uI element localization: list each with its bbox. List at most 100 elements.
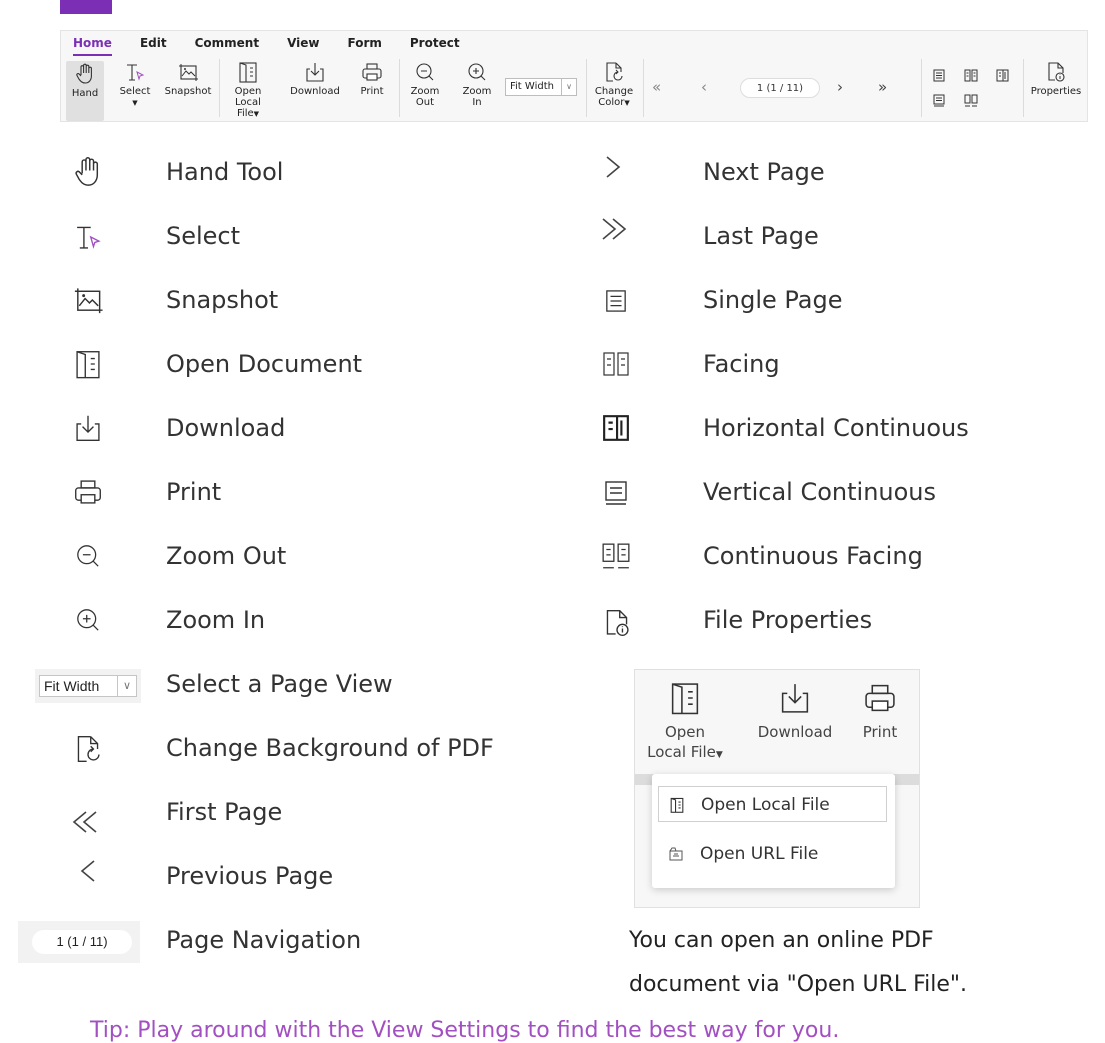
- legend-label-change-background: Change Background of PDF: [166, 734, 494, 762]
- select-icon: [70, 220, 106, 254]
- legend-label-snapshot: Snapshot: [166, 286, 279, 314]
- chevron-down-icon: ∨: [117, 676, 136, 696]
- tab-comment[interactable]: Comment: [195, 35, 259, 53]
- next-page-button[interactable]: ›: [837, 78, 843, 96]
- change-background-icon: [70, 731, 106, 767]
- tab-protect[interactable]: Protect: [410, 35, 460, 53]
- open-url-icon: [669, 847, 683, 861]
- zoom-in-button[interactable]: Zoom In: [460, 61, 494, 108]
- toolbar-divider: [643, 59, 644, 117]
- snapshot-button[interactable]: Snapshot: [164, 61, 212, 97]
- open-file-dropdown-menu: Open Local File Open URL File: [652, 774, 895, 888]
- tip-text: Tip: Play around with the View Settings …: [90, 1018, 840, 1043]
- print-icon: [70, 475, 106, 509]
- page-navigation-sample: 1 (1 / 11): [32, 930, 132, 954]
- inset-open-local-file-button[interactable]: Open Local File▼: [647, 680, 723, 765]
- last-page-icon: [594, 212, 632, 246]
- change-label-2: Color: [598, 97, 625, 108]
- download-icon: [306, 63, 324, 82]
- hand-icon: [76, 63, 92, 84]
- ribbon-tabs: Home Edit Comment View Form Protect: [73, 35, 488, 56]
- first-page-icon: [66, 805, 106, 839]
- zoom-out-icon: [416, 63, 434, 81]
- open-url-caption: You can open an online PDF document via …: [629, 928, 968, 997]
- menu-item-open-url-file-label: Open URL File: [700, 844, 819, 864]
- page-number-input[interactable]: 1 (1 / 11): [740, 78, 820, 98]
- previous-page-icon: [70, 854, 106, 888]
- chevron-down-icon: ▼: [132, 99, 138, 107]
- fit-width-select[interactable]: Fit Width ∨: [505, 78, 577, 96]
- hand-button[interactable]: Hand: [66, 61, 104, 121]
- vertical-continuous-icon[interactable]: [933, 94, 945, 108]
- continuous-facing-icon[interactable]: [964, 94, 978, 108]
- zoom-in-icon: [70, 603, 106, 637]
- download-button[interactable]: Download: [287, 61, 343, 97]
- legend-label-previous-page: Previous Page: [166, 862, 334, 890]
- open-local-file-button[interactable]: Open Local File▼: [225, 61, 271, 120]
- tab-edit[interactable]: Edit: [140, 35, 167, 53]
- brand-accent-bar: [60, 0, 112, 14]
- legend-label-single-page: Single Page: [703, 286, 843, 314]
- menu-item-open-url-file[interactable]: Open URL File: [658, 836, 887, 872]
- zoom-out-icon: [70, 539, 106, 573]
- open-document-icon: [671, 683, 699, 715]
- print-button[interactable]: Print: [356, 61, 388, 97]
- change-color-button[interactable]: Change Color▼: [591, 61, 637, 109]
- zoom-out-label-2: Out: [415, 97, 435, 108]
- legend-label-page-view: Select a Page View: [166, 670, 393, 698]
- print-label: Print: [360, 86, 384, 97]
- last-page-button[interactable]: »: [878, 78, 887, 96]
- open-file-menu-example: Open Local File▼ Download Print Open Loca…: [634, 669, 920, 908]
- snapshot-label: Snapshot: [164, 86, 212, 97]
- legend-label-first-page: First Page: [166, 798, 283, 826]
- snapshot-icon: [70, 283, 106, 317]
- inset-print-button[interactable]: Print: [855, 680, 905, 742]
- toolbar-divider: [399, 59, 400, 117]
- zoom-out-label-1: Zoom: [410, 86, 440, 97]
- select-button[interactable]: Select ▼: [117, 61, 153, 109]
- toolbar-divider: [219, 59, 220, 117]
- tab-home[interactable]: Home: [73, 35, 112, 56]
- file-properties-icon: [1048, 62, 1065, 82]
- legend-label-download: Download: [166, 414, 286, 442]
- toolbar-divider: [1023, 59, 1024, 117]
- download-label: Download: [290, 86, 340, 97]
- toolbar: Home Edit Comment View Form Protect Hand…: [60, 30, 1088, 122]
- single-page-icon: [602, 285, 630, 317]
- toolbar-divider: [921, 59, 922, 117]
- zoom-out-button[interactable]: Zoom Out: [408, 61, 442, 108]
- next-page-icon: [598, 150, 628, 184]
- facing-icon: [598, 348, 634, 380]
- print-icon: [865, 684, 895, 712]
- menu-item-open-local-file-label: Open Local File: [701, 795, 830, 815]
- zoom-in-label-2: In: [472, 97, 482, 108]
- tab-view[interactable]: View: [287, 35, 319, 53]
- tab-form[interactable]: Form: [347, 35, 381, 53]
- hand-label: Hand: [71, 88, 99, 99]
- inset-download-button[interactable]: Download: [753, 680, 837, 742]
- previous-page-button[interactable]: ‹: [701, 78, 707, 96]
- first-page-button[interactable]: «: [652, 78, 661, 96]
- horizontal-continuous-icon[interactable]: [996, 69, 1009, 82]
- chevron-down-icon: ▼: [624, 99, 630, 107]
- inset-download-label: Download: [757, 723, 833, 741]
- snapshot-icon: [179, 64, 198, 81]
- inset-open-label-1: Open: [664, 723, 706, 741]
- legend-label-horizontal-continuous: Horizontal Continuous: [703, 414, 969, 442]
- single-page-icon[interactable]: [933, 69, 945, 82]
- change-label-1: Change: [594, 86, 634, 97]
- select-icon: [127, 64, 145, 81]
- open-document-icon: [70, 347, 106, 381]
- properties-label: Properties: [1030, 86, 1082, 97]
- download-icon: [70, 411, 106, 445]
- continuous-facing-icon: [598, 540, 634, 574]
- select-label: Select: [119, 86, 151, 97]
- chevron-down-icon: ∨: [561, 79, 576, 95]
- facing-icon[interactable]: [964, 69, 978, 82]
- fit-width-value: Fit Width: [510, 81, 554, 92]
- vertical-continuous-icon: [600, 476, 632, 512]
- menu-item-open-local-file[interactable]: Open Local File: [658, 786, 887, 822]
- zoom-in-label-1: Zoom: [462, 86, 492, 97]
- properties-button[interactable]: Properties: [1029, 61, 1083, 97]
- legend-label-zoom-out: Zoom Out: [166, 542, 287, 570]
